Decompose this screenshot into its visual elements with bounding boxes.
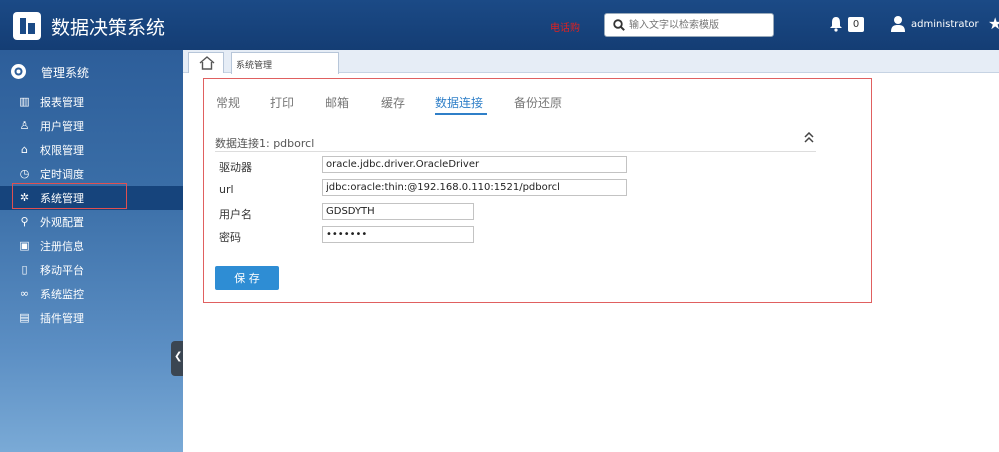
mobile-icon: ▯ [21,263,28,276]
settings-tab-cache[interactable]: 缓存 [381,94,405,111]
double-chevron-up-icon[interactable] [804,132,814,144]
sidebar-item-label: 系统管理 [40,192,84,205]
sidebar-item-label: 权限管理 [40,144,84,157]
chevron-left-icon: ❮ [174,351,183,362]
binoculars-icon: ∞ [19,287,30,300]
sidebar-item-label: 移动平台 [40,264,84,277]
sidebar-item-label: 定时调度 [40,168,84,181]
report-icon: ▥ [19,95,30,108]
search-icon [613,19,625,31]
driver-field[interactable] [322,156,627,173]
password-label: 密码 [219,231,241,244]
search-box[interactable] [604,13,774,37]
star-icon[interactable]: ★ [988,16,999,32]
tab-system-management[interactable]: 系统管理 [231,52,339,74]
settings-tab-print[interactable]: 打印 [270,94,294,111]
sidebar-item-permission[interactable]: ⌂ 权限管理 [0,138,183,162]
save-button[interactable]: 保 存 [215,266,279,290]
sidebar-heading-label: 管理系统 [41,66,90,80]
gear-icon [11,64,26,79]
sidebar-item-label: 用户管理 [40,120,84,133]
sidebar-item-mobile[interactable]: ▯ 移动平台 [0,258,183,282]
plugin-icon: ▤ [19,311,30,324]
permission-icon: ⌂ [21,143,28,156]
home-tab[interactable] [188,52,224,73]
username[interactable]: administrator [911,19,979,30]
sidebar-item-plugin[interactable]: ▤ 插件管理 [0,306,183,330]
username-field[interactable] [322,203,474,220]
sidebar-item-label: 注册信息 [40,240,84,253]
sidebar-item-schedule[interactable]: ◷ 定时调度 [0,162,183,186]
connection-title: 数据连接1: pdborcl [215,137,315,150]
search-input[interactable] [629,17,771,34]
sidebar-item-users[interactable]: ♙ 用户管理 [0,114,183,138]
sidebar-item-report[interactable]: ▥ 报表管理 [0,90,183,114]
settings-tab-general[interactable]: 常规 [216,94,240,111]
top-header: 数据决策系统 电话购 0 administrator ★ [0,0,999,50]
password-field[interactable] [322,226,474,243]
appearance-icon: ⚲ [20,215,29,228]
sidebar-item-system[interactable]: ✲ 系统管理 [0,186,183,210]
settings-panel: 常规 打印 邮箱 缓存 数据连接 备份还原 数据连接1: pdborcl 驱动器… [203,78,872,303]
register-icon: ▣ [19,239,30,252]
driver-label: 驱动器 [219,161,252,174]
bell-icon[interactable] [828,16,844,32]
user-icon: ♙ [19,119,30,132]
divider [215,151,816,152]
home-icon [199,56,215,70]
active-tab-underline [435,113,487,115]
user-avatar-icon[interactable] [890,15,906,32]
sidebar: 管理系统 ▥ 报表管理 ♙ 用户管理 ⌂ 权限管理 ◷ 定时调度 ✲ 系统管理 … [0,50,183,452]
sidebar-item-monitor[interactable]: ∞ 系统监控 [0,282,183,306]
sidebar-heading[interactable]: 管理系统 [0,58,183,86]
sidebar-item-register[interactable]: ▣ 注册信息 [0,234,183,258]
page-tab-bar: 系统管理 [183,50,999,74]
app-title: 数据决策系统 [51,17,166,39]
gear-icon: ✲ [19,191,30,204]
notification-count-badge[interactable]: 0 [848,17,864,32]
url-label: url [219,183,234,196]
sidebar-item-label: 系统监控 [40,288,84,301]
clock-icon: ◷ [19,167,30,180]
tab-label: 系统管理 [236,61,273,71]
sidebar-item-label: 外观配置 [40,216,84,229]
settings-tab-email[interactable]: 邮箱 [325,94,349,111]
username-label: 用户名 [219,208,252,221]
app-logo-icon [13,12,41,40]
sidebar-item-label: 插件管理 [40,312,84,325]
sidebar-collapse-handle[interactable]: ❮ [171,341,183,376]
sidebar-item-label: 报表管理 [40,96,84,109]
promo-text[interactable]: 电话购 [550,19,580,34]
url-field[interactable] [322,179,627,196]
settings-tab-data-connection[interactable]: 数据连接 [435,94,483,111]
settings-tab-backup-restore[interactable]: 备份还原 [514,94,562,111]
sidebar-item-appearance[interactable]: ⚲ 外观配置 [0,210,183,234]
